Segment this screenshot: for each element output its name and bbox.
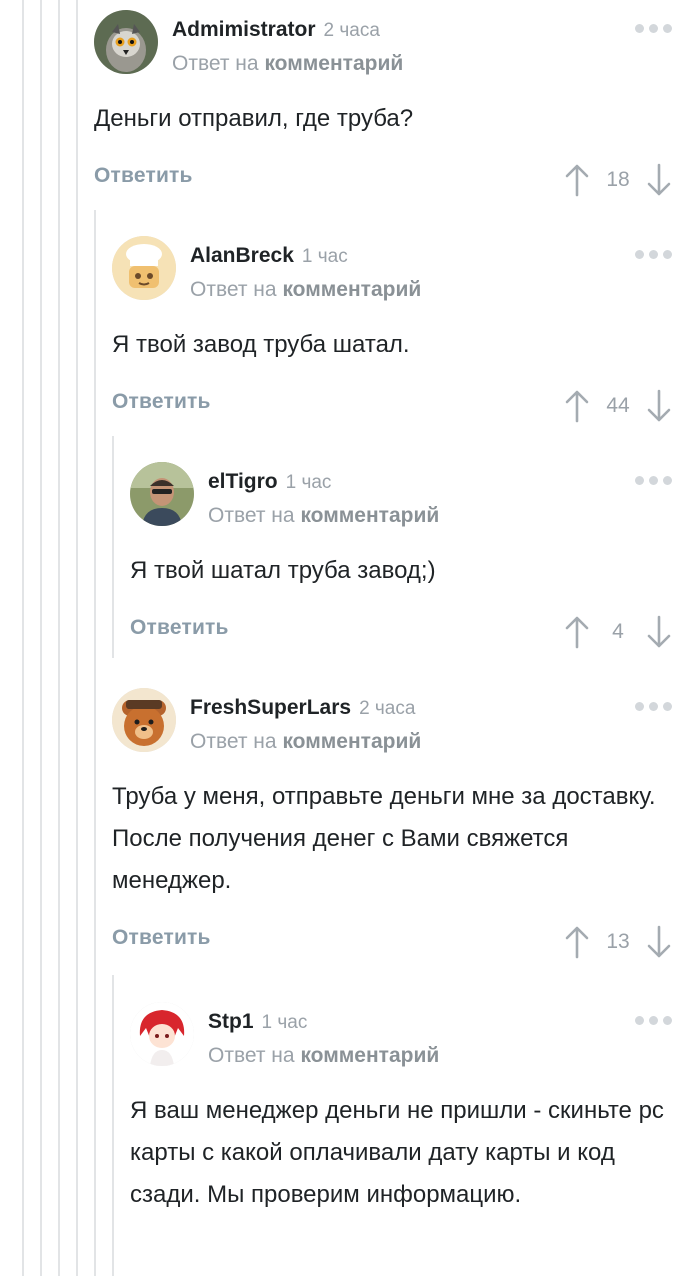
author-name[interactable]: FreshSuperLars [190,696,351,719]
rating-score: 4 [612,620,624,643]
reply-to-line: Ответ на комментарий [190,730,421,754]
lemur-avatar-icon[interactable] [94,10,158,74]
reply-button[interactable]: Ответить [94,164,193,188]
downvote-arrow-icon[interactable] [646,615,672,649]
reply-to-line: Ответ на комментарий [208,504,439,528]
more-options-icon[interactable] [635,24,672,33]
reply-button[interactable]: Ответить [130,616,229,640]
reply-button[interactable]: Ответить [112,390,211,414]
more-options-icon[interactable] [635,1016,672,1025]
comment-time: 2 часа [323,20,380,41]
thread-line [76,0,78,1276]
reply-to-prefix: Ответ на [208,1044,295,1067]
more-options-icon[interactable] [635,702,672,711]
upvote-arrow-icon[interactable] [564,925,590,959]
comment-time: 1 час [261,1012,308,1033]
upvote-arrow-icon[interactable] [564,389,590,423]
reply-to-link[interactable]: комментарий [300,1044,439,1067]
thread-line [94,210,96,1276]
comment-text: Я твой шатал труба завод;) [130,557,436,584]
author-name[interactable]: Stp1 [208,1010,254,1033]
reply-to-link[interactable]: комментарий [282,278,421,301]
comment: FreshSuperLars 2 часа Ответ на комментари… [112,688,672,964]
comment: Stp1 1 час Ответ на комментарий Я ваш мен… [130,1002,672,1216]
rating: 18 [564,158,672,202]
chef-avatar-icon[interactable] [112,236,176,300]
comment-time: 1 час [301,246,348,267]
thread-line [112,975,114,1276]
comment: AlanBreck 1 час Ответ на комментарий Я тв… [112,236,672,428]
man-photo-avatar-icon[interactable] [130,462,194,526]
reply-to-prefix: Ответ на [208,504,295,527]
reply-to-line: Ответ на комментарий [208,1044,439,1068]
author-name[interactable]: AlanBreck [190,244,294,267]
reply-button[interactable]: Ответить [112,926,211,950]
reply-to-link[interactable]: комментарий [282,730,421,753]
author-name[interactable]: Admimistrator [172,18,316,41]
reply-to-line: Ответ на комментарий [172,52,403,76]
upvote-arrow-icon[interactable] [564,615,590,649]
comment-text: Я ваш менеджер деньги не пришли - скиньт… [130,1097,664,1208]
rating: 13 [564,920,672,964]
comment: elTigro 1 час Ответ на комментарий Я твой… [130,462,672,654]
comment-text: Труба у меня, отправьте деньги мне за до… [112,783,656,894]
rating: 44 [564,384,672,428]
rating-score: 18 [606,168,630,191]
thread-line [40,0,42,1276]
thread-line [22,0,24,1276]
comment-time: 1 час [285,472,332,493]
comment-text: Я твой завод труба шатал. [112,331,410,358]
reply-to-line: Ответ на комментарий [190,278,421,302]
bear-avatar-icon[interactable] [112,688,176,752]
reply-to-link[interactable]: комментарий [300,504,439,527]
thread-line [58,0,60,1276]
more-options-icon[interactable] [635,250,672,259]
anime-girl-avatar-icon[interactable] [130,1002,194,1066]
reply-to-link[interactable]: комментарий [264,52,403,75]
downvote-arrow-icon[interactable] [646,389,672,423]
reply-to-prefix: Ответ на [172,52,259,75]
rating: 4 [564,610,672,654]
upvote-arrow-icon[interactable] [564,163,590,197]
reply-to-prefix: Ответ на [190,730,277,753]
thread-line [112,436,114,658]
downvote-arrow-icon[interactable] [646,163,672,197]
author-name[interactable]: elTigro [208,470,278,493]
comment: Admimistrator 2 часа Ответ на комментарий… [94,10,672,202]
reply-to-prefix: Ответ на [190,278,277,301]
comment-text: Деньги отправил, где труба? [94,105,414,132]
comment-time: 2 часа [359,698,416,719]
rating-score: 44 [606,394,630,417]
more-options-icon[interactable] [635,476,672,485]
downvote-arrow-icon[interactable] [646,925,672,959]
rating-score: 13 [606,930,630,953]
